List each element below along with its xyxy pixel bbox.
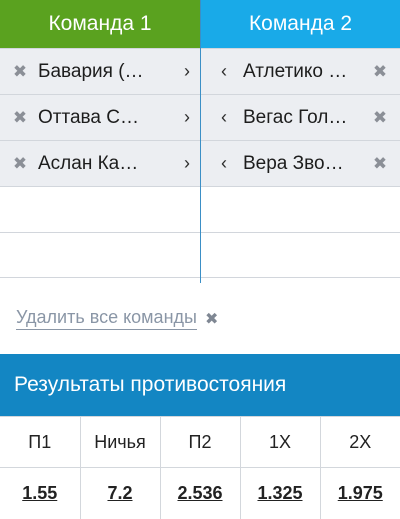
- close-icon[interactable]: ✖: [205, 309, 218, 329]
- team1-item[interactable]: ✖ Оттава С… ›: [0, 94, 200, 140]
- team1-item[interactable]: ✖ Аслан Ка… ›: [0, 140, 200, 186]
- team2-empty-slot: [201, 186, 400, 232]
- teams-panel: Команда 1 ✖ Бавария (… › ✖ Оттава С… › ✖…: [0, 0, 400, 283]
- chevron-left-icon[interactable]: ‹: [211, 153, 237, 174]
- team2-empty-slot: [201, 232, 400, 278]
- chevron-right-icon[interactable]: ›: [174, 153, 200, 174]
- team2-item[interactable]: ‹ Вера Зво… ✖: [201, 140, 400, 186]
- chevron-left-icon[interactable]: ‹: [211, 61, 237, 82]
- odds-column-header: П1: [0, 416, 81, 468]
- odds-column-header: Ничья: [79, 416, 161, 468]
- team2-list: ‹ Атлетико … ✖ ‹ Вегас Гол… ✖ ‹ Вера Зво…: [201, 48, 400, 278]
- team-name: Оттава С…: [38, 106, 139, 128]
- chevron-right-icon[interactable]: ›: [174, 107, 200, 128]
- chevron-right-icon[interactable]: ›: [174, 61, 200, 82]
- team1-empty-slot: [0, 186, 200, 232]
- odds-cell: 1.55: [0, 467, 81, 519]
- team-name: Атлетико …: [243, 60, 348, 82]
- team-name: Аслан Ка…: [38, 152, 139, 174]
- team2-header: Команда 2: [201, 0, 400, 48]
- odds-cell: 1.975: [319, 467, 400, 519]
- chevron-left-icon[interactable]: ‹: [211, 107, 237, 128]
- team-name: Вегас Гол…: [243, 106, 348, 128]
- odds-cell: 7.2: [79, 467, 161, 519]
- remove-icon[interactable]: ✖: [366, 154, 394, 174]
- odds-cell: 2.536: [159, 467, 241, 519]
- odds-value-link[interactable]: 1.55: [22, 483, 57, 503]
- odds-column-header: П2: [159, 416, 241, 468]
- remove-icon[interactable]: ✖: [366, 62, 394, 82]
- team1-item[interactable]: ✖ Бавария (… ›: [0, 48, 200, 94]
- team1-header: Команда 1: [0, 0, 200, 48]
- odds-value-link[interactable]: 7.2: [107, 483, 132, 503]
- remove-icon[interactable]: ✖: [6, 108, 34, 128]
- remove-icon[interactable]: ✖: [6, 62, 34, 82]
- delete-all-label[interactable]: Удалить все команды: [16, 307, 197, 330]
- team1-empty-slot: [0, 232, 200, 278]
- odds-value-link[interactable]: 2.536: [177, 483, 222, 503]
- team1-list: ✖ Бавария (… › ✖ Оттава С… › ✖ Аслан Ка……: [0, 48, 200, 278]
- team-name: Вера Зво…: [243, 152, 344, 174]
- odds-column-header: 2Х: [319, 416, 400, 468]
- results-title: Результаты противостояния: [0, 354, 400, 416]
- delete-all-teams-button[interactable]: Удалить все команды ✖: [16, 307, 218, 330]
- odds-table: П1 Ничья П2 1Х 2Х 1.55 7.2 2.536 1.325 1…: [0, 416, 400, 519]
- team-name: Бавария (…: [38, 60, 144, 82]
- remove-icon[interactable]: ✖: [6, 154, 34, 174]
- team2-item[interactable]: ‹ Вегас Гол… ✖: [201, 94, 400, 140]
- remove-icon[interactable]: ✖: [366, 108, 394, 128]
- odds-value-link[interactable]: 1.975: [338, 483, 383, 503]
- odds-column-header: 1Х: [239, 416, 321, 468]
- team2-column: Команда 2 ‹ Атлетико … ✖ ‹ Вегас Гол… ✖ …: [200, 0, 400, 283]
- odds-value-link[interactable]: 1.325: [257, 483, 302, 503]
- team1-column: Команда 1 ✖ Бавария (… › ✖ Оттава С… › ✖…: [0, 0, 200, 283]
- odds-cell: 1.325: [239, 467, 321, 519]
- team2-item[interactable]: ‹ Атлетико … ✖: [201, 48, 400, 94]
